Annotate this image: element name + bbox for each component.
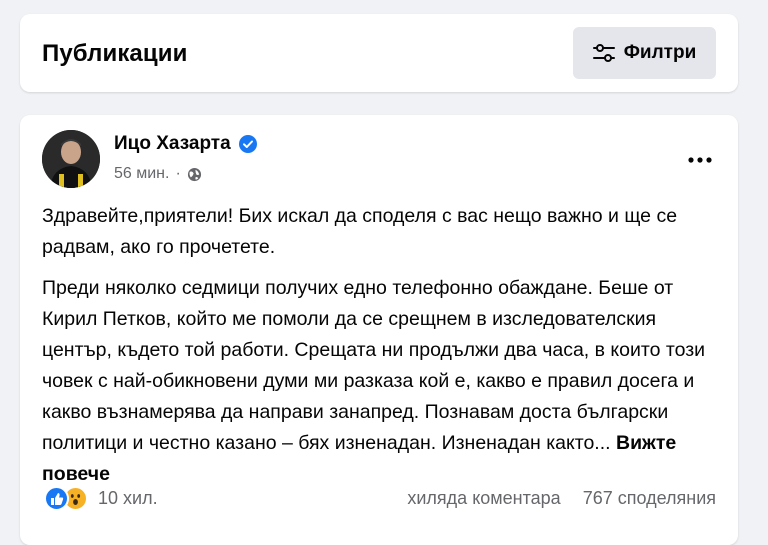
reactions-summary[interactable]: 10 хил. (44, 486, 158, 511)
more-horizontal-icon (688, 150, 712, 168)
like-icon (44, 486, 69, 511)
comments-count[interactable]: хиляда коментара (407, 488, 560, 509)
filters-button[interactable]: Филтри (573, 27, 716, 79)
filters-label: Филтри (623, 42, 697, 63)
page-title: Публикации (42, 40, 188, 67)
post-stats: хиляда коментара 767 споделяния (407, 488, 716, 509)
author-row: Ицо Хазарта (114, 133, 257, 155)
author-avatar[interactable] (42, 130, 100, 188)
reaction-icons (44, 486, 88, 511)
verified-badge-icon (238, 135, 257, 153)
meta-separator: · (175, 165, 181, 182)
post-paragraph-2-text: Преди няколко седмици получих едно телеф… (42, 277, 706, 454)
post-paragraph-1: Здравейте,приятели! Бих искал да споделя… (42, 205, 678, 258)
author-name[interactable]: Ицо Хазарта (114, 133, 231, 155)
post-card: Ицо Хазарта 56 мин. · Здравейте,приятели… (20, 115, 738, 545)
post-body: Здравейте,приятели! Бих искал да споделя… (42, 201, 718, 500)
reaction-count: 10 хил. (98, 488, 158, 508)
filter-sliders-icon (592, 44, 615, 62)
post-time[interactable]: 56 мин. (114, 165, 169, 183)
post-paragraph-2: Преди няколко седмици получих едно телеф… (42, 273, 718, 490)
globe-icon (187, 167, 202, 182)
shares-count[interactable]: 767 споделяния (583, 488, 716, 509)
more-options-button[interactable] (684, 143, 716, 175)
posts-header-card: Публикации Филтри (20, 14, 738, 92)
post-meta: 56 мин. · (114, 165, 202, 183)
